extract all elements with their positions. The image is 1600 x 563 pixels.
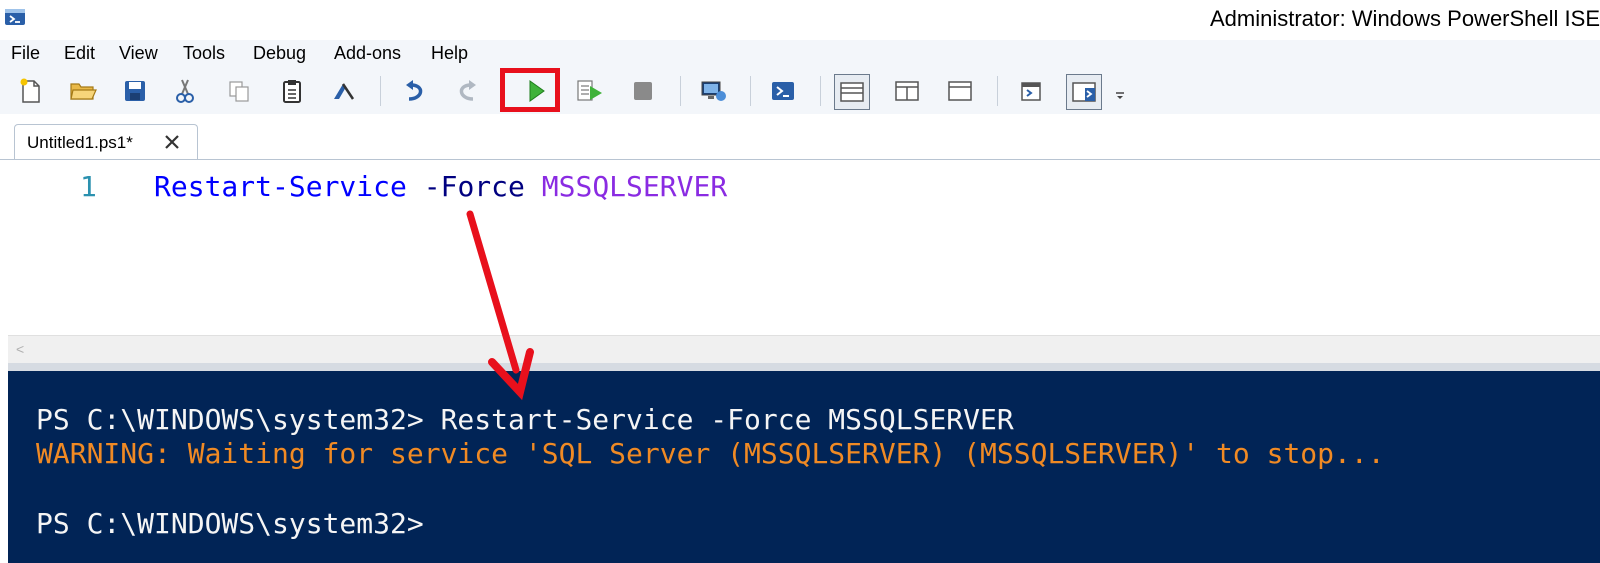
toolbar-separator [820,76,821,106]
redo-icon [459,80,476,101]
open-icon [70,83,97,100]
script-editor[interactable]: 1 Restart-Service -Force MSSQLSERVER [8,160,1600,335]
run-button-highlight [500,68,560,112]
cut-icon [176,79,194,103]
new-script-button[interactable] [14,74,48,108]
save-button[interactable] [118,74,152,108]
editor-horizontal-scrollbar[interactable]: < [8,335,1600,364]
close-icon[interactable] [161,131,183,153]
console-warning-line: WARNING: Waiting for service 'SQL Server… [36,437,1385,470]
menu-file[interactable]: File [11,43,40,64]
stop-icon [634,82,652,100]
toolbar-separator [997,76,998,106]
toolbar-separator [750,76,751,106]
script-pane-top-button[interactable] [834,74,870,110]
save-icon [125,81,145,101]
menu-debug[interactable]: Debug [253,43,306,64]
code-line[interactable]: Restart-Service -Force MSSQLSERVER [154,170,727,203]
stop-button[interactable] [626,74,660,108]
console-command-line: PS C:\WINDOWS\system32> Restart-Service … [36,403,1014,436]
script-pane-max-button[interactable] [943,74,977,108]
new-remote-tab-icon [701,81,726,101]
powershell-ise-icon [5,9,25,25]
menu-view[interactable]: View [119,43,158,64]
title-bar: Administrator: Windows PowerShell ISE [0,0,1600,40]
show-script-pane-max-icon [948,81,972,101]
redo-button[interactable] [450,74,484,108]
menu-bar: File Edit View Tools Debug Add-ons Help [0,40,1600,68]
start-powershell-button[interactable] [766,74,800,108]
show-command-addon-icon [1072,82,1096,102]
code-argument-token: MSSQLSERVER [541,170,728,203]
show-command-window-button[interactable] [1014,74,1048,108]
toolbar [0,68,1600,115]
scroll-left-icon[interactable]: < [16,341,24,357]
clear-console-icon [334,83,355,100]
menu-help[interactable]: Help [431,43,468,64]
run-selection-icon [577,80,602,101]
toolbar-separator [680,76,681,106]
run-selection-button[interactable] [573,74,607,108]
script-pane-right-button[interactable] [890,74,924,108]
tab-label: Untitled1.ps1* [27,133,133,152]
undo-icon [406,80,423,101]
copy-button[interactable] [222,74,256,108]
left-border [0,160,8,563]
cut-button[interactable] [168,74,202,108]
show-command-window-icon [1021,82,1041,101]
customize-toolbar-button[interactable] [1110,74,1130,108]
start-powershell-icon [772,82,794,100]
line-number: 1 [80,170,97,203]
show-script-pane-top-icon [840,82,864,102]
window-title: Administrator: Windows PowerShell ISE [1209,6,1600,31]
show-script-pane-right-icon [895,81,919,101]
code-command-token: Restart-Service [154,170,407,203]
toolbar-separator [380,76,381,106]
code-parameter-token: -Force [423,170,525,203]
paste-icon [283,80,301,103]
pane-splitter[interactable] [8,363,1600,371]
show-command-addon-button[interactable] [1066,74,1102,110]
menu-edit[interactable]: Edit [64,43,95,64]
tab-untitled1[interactable]: Untitled1.ps1* [14,124,198,160]
paste-button[interactable] [275,74,309,108]
console-prompt-line: PS C:\WINDOWS\system32> [36,507,424,540]
new-remote-tab-button[interactable] [696,74,730,108]
console-pane[interactable]: PS C:\WINDOWS\system32> Restart-Service … [8,371,1600,563]
new-script-icon [20,78,40,103]
open-button[interactable] [66,74,100,108]
undo-button[interactable] [398,74,432,108]
copy-icon [229,81,249,102]
script-tab-bar: Untitled1.ps1* [0,114,1600,160]
menu-add-ons[interactable]: Add-ons [334,43,401,64]
clear-console-button[interactable] [327,74,361,108]
customize-toolbar-icon [1116,92,1124,99]
menu-tools[interactable]: Tools [183,43,225,64]
